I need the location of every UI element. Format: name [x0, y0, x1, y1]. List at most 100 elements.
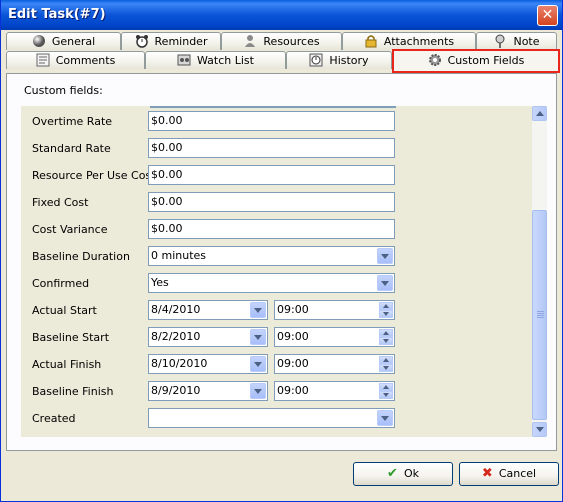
baseline-start-time-input[interactable]: 09:00 — [274, 327, 395, 347]
edit-task-window: Edit Task(#7) ✕ General Reminder Resourc… — [0, 0, 563, 502]
time-value: 09:00 — [277, 357, 309, 370]
tab-label: History — [329, 54, 369, 67]
baseline-finish-time-input[interactable]: 09:00 — [274, 381, 395, 401]
tab-history[interactable]: History — [286, 51, 392, 69]
cancel-label: Cancel — [498, 467, 537, 480]
fixed-cost-input[interactable]: $0.00 — [148, 192, 395, 212]
scroll-down-button[interactable] — [532, 422, 547, 437]
overtime-rate-input[interactable]: $0.00 — [148, 111, 395, 131]
confirmed-select[interactable]: Yes — [148, 273, 395, 293]
cancel-button[interactable]: ✖ Cancel — [459, 462, 559, 486]
custom-fields-heading: Custom fields: — [24, 84, 103, 97]
tab-note[interactable]: Note — [476, 32, 557, 50]
chevron-down-icon[interactable] — [377, 410, 393, 426]
field-row-cost-variance: Cost Variance $0.00 — [21, 219, 521, 241]
baseline-duration-select[interactable]: 0 minutes — [148, 246, 395, 266]
actual-start-date-picker[interactable]: 8/4/2010 — [148, 300, 268, 320]
custom-fields-panel: Custom fields: Overtime Rate $0.00 Stand… — [6, 73, 557, 451]
chevron-down-icon[interactable] — [377, 275, 393, 291]
grip-line — [537, 311, 544, 312]
baseline-finish-date-picker[interactable]: 8/9/2010 — [148, 381, 268, 401]
chevron-down-icon[interactable] — [250, 383, 266, 399]
spin-down-icon[interactable] — [379, 337, 393, 345]
tab-label: Attachments — [383, 35, 455, 48]
spin-down-icon[interactable] — [379, 364, 393, 372]
field-row-baseline-start: Baseline Start 8/2/2010 09:00 — [21, 327, 521, 349]
tab-label: Resources — [263, 35, 320, 48]
chevron-down-icon[interactable] — [250, 329, 266, 345]
spin-down-icon[interactable] — [379, 391, 393, 399]
actual-finish-date-picker[interactable]: 8/10/2010 — [148, 354, 268, 374]
title-bar[interactable]: Edit Task(#7) ✕ — [1, 0, 562, 30]
scroll-thumb[interactable] — [532, 210, 547, 420]
cost-variance-input[interactable]: $0.00 — [148, 219, 395, 239]
field-label: Actual Finish — [32, 358, 102, 371]
field-label: Standard Rate — [32, 142, 111, 155]
date-value: 8/9/2010 — [151, 384, 201, 397]
baseline-start-date-picker[interactable]: 8/2/2010 — [148, 327, 268, 347]
actual-finish-time-input[interactable]: 09:00 — [274, 354, 395, 374]
checkmark-icon: ✔ — [387, 466, 398, 481]
date-value: 8/2/2010 — [151, 330, 201, 343]
actual-start-time-input[interactable]: 09:00 — [274, 300, 395, 320]
field-row-fixed-cost: Fixed Cost $0.00 — [21, 192, 521, 214]
tab-general[interactable]: General — [6, 32, 121, 50]
field-row-resource-per-use-cost: Resource Per Use Cost $0.00 — [21, 165, 521, 187]
created-select[interactable] — [148, 408, 395, 428]
field-row-actual-start: Actual Start 8/4/2010 09:00 — [21, 300, 521, 322]
spin-up-icon[interactable] — [379, 329, 393, 337]
tab-label: Comments — [55, 54, 116, 67]
time-spinner[interactable] — [379, 383, 393, 399]
field-row-created: Created — [21, 408, 521, 430]
tab-comments[interactable]: Comments — [6, 51, 145, 69]
spin-up-icon[interactable] — [379, 383, 393, 391]
close-icon: ✕ — [541, 7, 554, 23]
tab-label: General — [51, 35, 96, 48]
tab-watch-list[interactable]: Watch List — [145, 51, 286, 69]
field-label: Baseline Duration — [32, 250, 130, 263]
tab-attachments[interactable]: Attachments — [342, 32, 476, 50]
chevron-down-icon[interactable] — [250, 302, 266, 318]
time-spinner[interactable] — [379, 329, 393, 345]
field-row-baseline-duration: Baseline Duration 0 minutes — [21, 246, 521, 268]
chevron-down-icon[interactable] — [250, 356, 266, 372]
lock-icon — [364, 34, 378, 48]
time-spinner[interactable] — [379, 356, 393, 372]
select-value: Yes — [151, 276, 169, 289]
close-button[interactable]: ✕ — [537, 5, 558, 26]
person-icon — [243, 34, 257, 48]
gear-icon — [428, 53, 442, 67]
ok-button[interactable]: ✔ Ok — [353, 462, 453, 486]
chevron-down-icon[interactable] — [377, 248, 393, 264]
field-row-standard-rate: Standard Rate $0.00 — [21, 138, 521, 160]
tab-label: Custom Fields — [447, 54, 525, 67]
tab-resources[interactable]: Resources — [221, 32, 342, 50]
spin-down-icon[interactable] — [379, 310, 393, 318]
vertical-scrollbar[interactable] — [532, 106, 547, 437]
field-label: Confirmed — [32, 277, 90, 290]
field-label: Baseline Start — [32, 331, 110, 344]
cross-icon: ✖ — [481, 466, 493, 481]
field-row-overtime-rate: Overtime Rate $0.00 — [21, 111, 521, 133]
spin-up-icon[interactable] — [379, 302, 393, 310]
resource-per-use-cost-input[interactable]: $0.00 — [148, 165, 395, 185]
tab-custom-fields[interactable]: Custom Fields — [392, 49, 560, 73]
field-row-baseline-finish: Baseline Finish 8/9/2010 09:00 — [21, 381, 521, 403]
alarm-clock-icon — [135, 34, 149, 48]
scroll-up-button[interactable] — [532, 106, 547, 121]
tab-reminder[interactable]: Reminder — [121, 32, 221, 50]
field-label: Created — [32, 412, 76, 425]
spin-up-icon[interactable] — [379, 356, 393, 364]
sphere-icon — [32, 34, 46, 48]
standard-rate-input[interactable]: $0.00 — [148, 138, 395, 158]
tab-label: Reminder — [154, 35, 208, 48]
date-value: 8/10/2010 — [151, 357, 208, 370]
time-value: 09:00 — [277, 330, 309, 343]
field-row-confirmed: Confirmed Yes — [21, 273, 521, 295]
window-title: Edit Task(#7) — [8, 7, 106, 22]
watch-list-icon — [177, 53, 191, 67]
field-label: Fixed Cost — [32, 196, 89, 209]
grip-line — [537, 313, 544, 314]
time-spinner[interactable] — [379, 302, 393, 318]
grip-line — [537, 317, 544, 318]
